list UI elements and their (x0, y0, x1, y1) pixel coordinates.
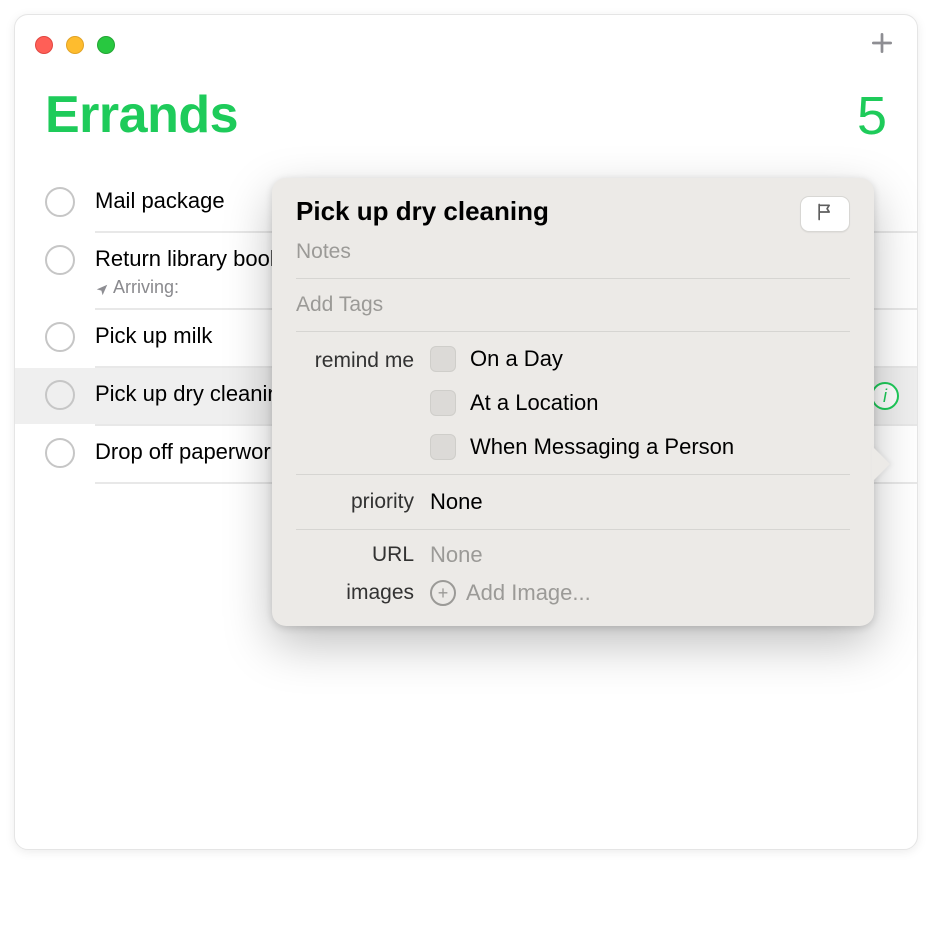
images-row: images + Add Image... (296, 568, 850, 606)
images-label: images (296, 581, 414, 605)
remind-on-day-label: On a Day (470, 346, 563, 372)
notes-input[interactable]: Notes (296, 240, 850, 264)
reminder-checkbox[interactable] (45, 322, 75, 352)
reminder-title: Mail package (95, 185, 295, 217)
reminder-title: Return library books (95, 243, 295, 275)
plus-circle-icon: + (430, 580, 456, 606)
remind-on-day-row[interactable]: On a Day (430, 346, 850, 372)
list-count: 5 (857, 85, 887, 147)
add-button[interactable] (867, 30, 897, 60)
url-row[interactable]: URL None (296, 530, 850, 568)
location-icon (95, 281, 109, 295)
plus-icon (869, 30, 895, 61)
reminder-title: Pick up milk (95, 320, 295, 352)
remind-me-label: remind me (296, 346, 414, 460)
fullscreen-window-button[interactable] (97, 36, 115, 54)
remind-on-day-checkbox[interactable] (430, 346, 456, 372)
add-image-label: Add Image... (466, 580, 591, 606)
reminder-checkbox[interactable] (45, 187, 75, 217)
priority-row[interactable]: priority None (296, 475, 850, 529)
info-button[interactable]: i (871, 382, 899, 410)
list-header: Errands 5 (15, 75, 917, 175)
add-tags-input[interactable]: Add Tags (296, 279, 850, 331)
info-icon: i (883, 386, 887, 407)
list-title: Errands (45, 85, 238, 145)
traffic-lights (35, 36, 115, 54)
reminder-title: Pick up dry cleaning (95, 378, 295, 410)
url-value[interactable]: None (430, 542, 483, 568)
remind-when-messaging-row[interactable]: When Messaging a Person (430, 434, 850, 460)
remind-at-location-label: At a Location (470, 390, 598, 416)
reminder-details-popover: Pick up dry cleaning Notes Add Tags remi… (272, 178, 874, 626)
app-window: Errands 5 Mail package Return library bo… (14, 14, 918, 850)
reminder-checkbox[interactable] (45, 380, 75, 410)
remind-when-messaging-label: When Messaging a Person (470, 434, 734, 460)
remind-me-section: remind me On a Day At a Location When Me… (296, 332, 850, 474)
priority-value[interactable]: None (430, 489, 483, 515)
reminder-checkbox[interactable] (45, 245, 75, 275)
reminder-checkbox[interactable] (45, 438, 75, 468)
remind-at-location-checkbox[interactable] (430, 390, 456, 416)
add-image-button[interactable]: + Add Image... (430, 580, 591, 606)
remind-when-messaging-checkbox[interactable] (430, 434, 456, 460)
reminder-title: Drop off paperwork (95, 436, 295, 468)
flag-icon (815, 202, 835, 227)
remind-at-location-row[interactable]: At a Location (430, 390, 850, 416)
minimize-window-button[interactable] (66, 36, 84, 54)
titlebar (15, 15, 917, 75)
url-label: URL (296, 543, 414, 567)
flag-button[interactable] (800, 196, 850, 232)
priority-label: priority (296, 490, 414, 514)
close-window-button[interactable] (35, 36, 53, 54)
popover-title-input[interactable]: Pick up dry cleaning (296, 196, 786, 227)
